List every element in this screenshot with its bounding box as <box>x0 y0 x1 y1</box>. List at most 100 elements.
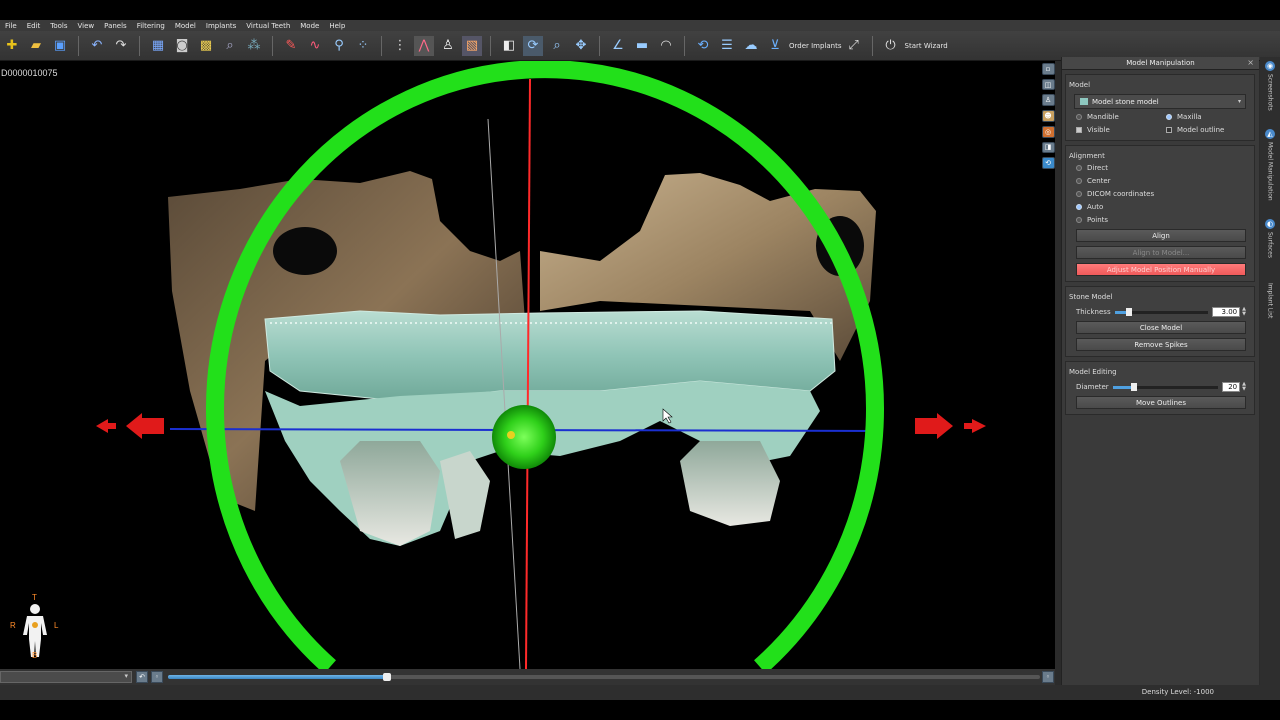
diameter-slider[interactable] <box>1112 382 1219 391</box>
open-folder-icon[interactable]: ▰ <box>26 36 46 56</box>
view-select-dropdown[interactable]: ▾ <box>0 671 132 683</box>
skin-view-icon[interactable]: ☻ <box>1041 110 1055 122</box>
model-outline-checkbox[interactable] <box>1166 127 1172 133</box>
adjust-model-position-button[interactable]: Adjust Model Position Manually <box>1076 263 1246 276</box>
implant-icon[interactable]: ⚲ <box>329 36 349 56</box>
menu-edit[interactable]: Edit <box>22 22 46 30</box>
angle-measure-icon[interactable]: ∠ <box>608 36 628 56</box>
menu-tools[interactable]: Tools <box>45 22 72 30</box>
undo-icon[interactable]: ↶ <box>87 36 107 56</box>
timeline-thumb[interactable] <box>383 673 391 681</box>
target-icon[interactable]: ◎ <box>1041 125 1055 138</box>
tab-implant-list[interactable]: Implant List <box>1263 283 1277 343</box>
tab-screenshots[interactable]: ◉ Screenshots <box>1263 61 1277 129</box>
layout-icon[interactable]: ▦ <box>148 36 168 56</box>
alignment-radio[interactable] <box>1076 165 1082 171</box>
mandible-radio-row[interactable]: Mandible <box>1076 112 1156 122</box>
list-icon[interactable]: ☰ <box>717 36 737 56</box>
rotate-view-icon[interactable]: ⟳ <box>523 35 543 56</box>
visible-checkbox-row[interactable]: Visible <box>1076 125 1156 135</box>
side-tab-strip: ◉ Screenshots ◭ Model Manipulation ◐ Surfac… <box>1260 57 1280 685</box>
menu-filtering[interactable]: Filtering <box>132 22 170 30</box>
timeline-end-icon[interactable]: ◦ <box>1042 671 1054 683</box>
orient-right-label: R <box>10 621 16 630</box>
alignment-option-direct[interactable]: Direct <box>1076 163 1254 173</box>
menu-virtual-teeth[interactable]: Virtual Teeth <box>241 22 295 30</box>
curve-icon[interactable]: ∿ <box>305 36 325 56</box>
alignment-option-points[interactable]: Points <box>1076 215 1254 225</box>
clip-icon[interactable]: ◫ <box>1041 78 1055 91</box>
grid-icon[interactable]: ▩ <box>196 36 216 56</box>
model-editing-section-label: Model Editing <box>1069 368 1117 376</box>
camera-view-icon[interactable]: ◨ <box>1041 141 1055 154</box>
zoom-icon[interactable]: ⌕ <box>220 36 240 56</box>
save-icon[interactable]: ▣ <box>50 36 70 56</box>
power-icon[interactable]: ⏻ <box>881 36 901 56</box>
timeline-start-icon[interactable]: ◦ <box>151 671 163 683</box>
panoramic-curve-icon[interactable]: ⋀ <box>414 35 434 56</box>
3d-viewport[interactable]: D0000010075 T R L B <box>0 61 1055 669</box>
reset-view-icon[interactable]: ⟲ <box>1041 157 1055 170</box>
start-wizard-button[interactable]: Start Wizard <box>905 42 948 50</box>
expand-icon[interactable]: ⤢ <box>844 36 864 56</box>
tab-surfaces[interactable]: ◐ Surfaces <box>1263 219 1277 279</box>
zoom-view-icon[interactable]: ⌕ <box>547 36 567 56</box>
menu-file[interactable]: File <box>0 22 22 30</box>
order-implants-button[interactable]: Order Implants <box>789 42 842 50</box>
pan-icon[interactable]: ✥ <box>571 36 591 56</box>
visible-checkbox[interactable] <box>1076 127 1082 133</box>
maxilla-radio-row[interactable]: Maxilla <box>1166 112 1202 122</box>
ruler-icon[interactable]: ▬ <box>632 36 652 56</box>
play-back-icon[interactable]: ↶ <box>136 671 148 683</box>
alignment-radio[interactable] <box>1076 204 1082 210</box>
thickness-input[interactable]: 3.00 <box>1212 307 1241 317</box>
remove-spikes-button[interactable]: Remove Spikes <box>1076 338 1246 351</box>
mandible-radio[interactable] <box>1076 114 1082 120</box>
teeth-view-icon[interactable]: ♙ <box>1041 94 1055 107</box>
maxilla-radio[interactable] <box>1166 114 1172 120</box>
diameter-slider-thumb[interactable] <box>1130 382 1137 391</box>
refresh-icon[interactable]: ⟲ <box>693 36 713 56</box>
points-icon[interactable]: ⁘ <box>353 36 373 56</box>
redo-icon[interactable]: ↷ <box>111 36 131 56</box>
measure-points-icon[interactable]: ⁂ <box>244 36 264 56</box>
thickness-slider-thumb[interactable] <box>1125 307 1132 316</box>
menu-help[interactable]: Help <box>324 22 350 30</box>
contrast-icon[interactable]: ◧ <box>499 36 519 56</box>
new-icon[interactable]: ✚ <box>2 36 22 56</box>
menu-panels[interactable]: Panels <box>99 22 132 30</box>
tooth-icon[interactable]: ♙ <box>438 36 458 56</box>
menu-implants[interactable]: Implants <box>201 22 241 30</box>
view-settings-icon[interactable]: ▫ <box>1041 63 1055 75</box>
close-icon[interactable]: × <box>1247 58 1254 67</box>
vertical-line-icon[interactable]: ⋮ <box>390 36 410 56</box>
diameter-input[interactable]: 20 <box>1222 382 1241 392</box>
alignment-radio[interactable] <box>1076 178 1082 184</box>
alignment-option-dicom[interactable]: DICOM coordinates <box>1076 189 1254 199</box>
menu-view[interactable]: View <box>73 22 100 30</box>
model-select[interactable]: Model stone model ▾ <box>1074 94 1246 109</box>
thickness-slider[interactable] <box>1114 307 1209 316</box>
spin-arrows-icon[interactable]: ▲ ▼ <box>1242 382 1246 392</box>
virtual-teeth-icon[interactable]: ▧ <box>462 35 482 56</box>
alignment-radio[interactable] <box>1076 191 1082 197</box>
cart-icon[interactable]: ⊻ <box>765 36 785 56</box>
align-button[interactable]: Align <box>1076 229 1246 242</box>
cloud-icon[interactable]: ☁ <box>741 36 761 56</box>
tab-model-manipulation[interactable]: ◭ Model Manipulation <box>1263 129 1277 215</box>
spin-arrows-icon[interactable]: ▲ ▼ <box>1242 307 1246 317</box>
timeline-slider[interactable] <box>168 673 1040 681</box>
screenshot-icon[interactable]: ◙ <box>172 36 192 56</box>
menu-model[interactable]: Model <box>170 22 201 30</box>
align-to-model-button[interactable]: Align to Model... <box>1076 246 1246 259</box>
model-outline-checkbox-row[interactable]: Model outline <box>1166 125 1224 135</box>
close-model-button[interactable]: Close Model <box>1076 321 1246 334</box>
arch-icon[interactable]: ◠ <box>656 36 676 56</box>
alignment-option-center[interactable]: Center <box>1076 176 1254 186</box>
alignment-option-auto[interactable]: Auto <box>1076 202 1254 212</box>
move-outlines-button[interactable]: Move Outlines <box>1076 396 1246 409</box>
move-right-arrow <box>972 419 986 433</box>
menu-mode[interactable]: Mode <box>295 22 324 30</box>
draw-nerve-icon[interactable]: ✎ <box>281 36 301 56</box>
alignment-radio[interactable] <box>1076 217 1082 223</box>
